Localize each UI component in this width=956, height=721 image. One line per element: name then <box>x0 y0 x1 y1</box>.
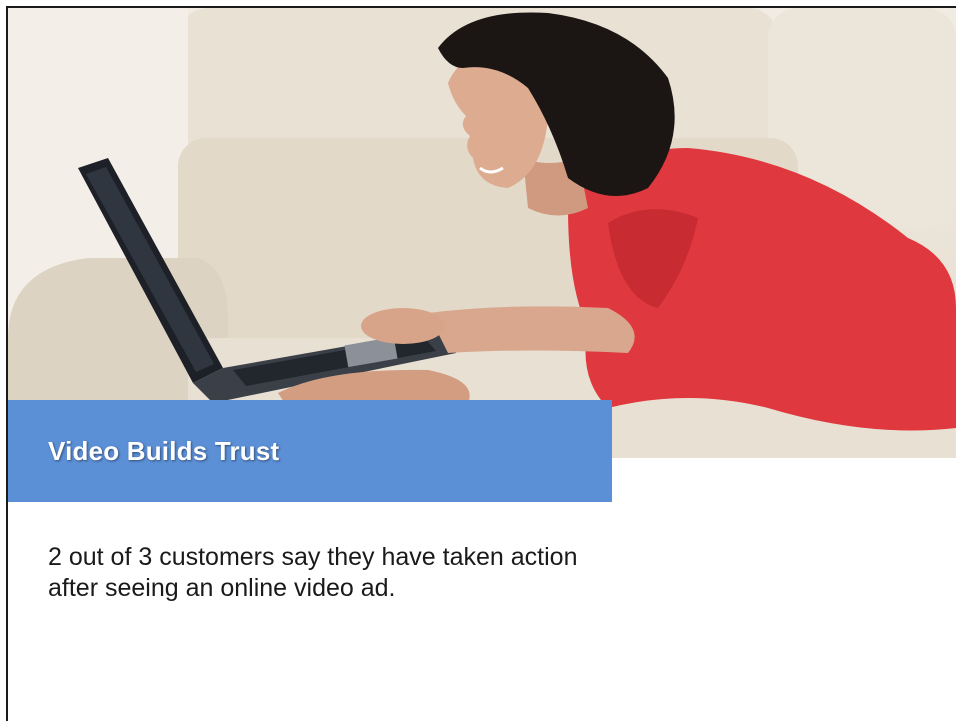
slide-border-top <box>6 6 956 8</box>
right-hand <box>361 308 445 344</box>
body-line: after seeing an online video ad. <box>48 574 396 602</box>
arm <box>428 306 635 353</box>
slide-body: 2 out of 3 customers say they have taken… <box>48 542 808 604</box>
hero-photo <box>8 8 956 458</box>
slide-border-left <box>6 6 8 721</box>
photo-illustration <box>8 8 956 458</box>
body-line: 2 out of 3 customers say they have taken… <box>48 543 578 571</box>
slide: Video Builds Trust 2 out of 3 customers … <box>6 6 956 721</box>
slide-title: Video Builds Trust <box>48 436 280 466</box>
